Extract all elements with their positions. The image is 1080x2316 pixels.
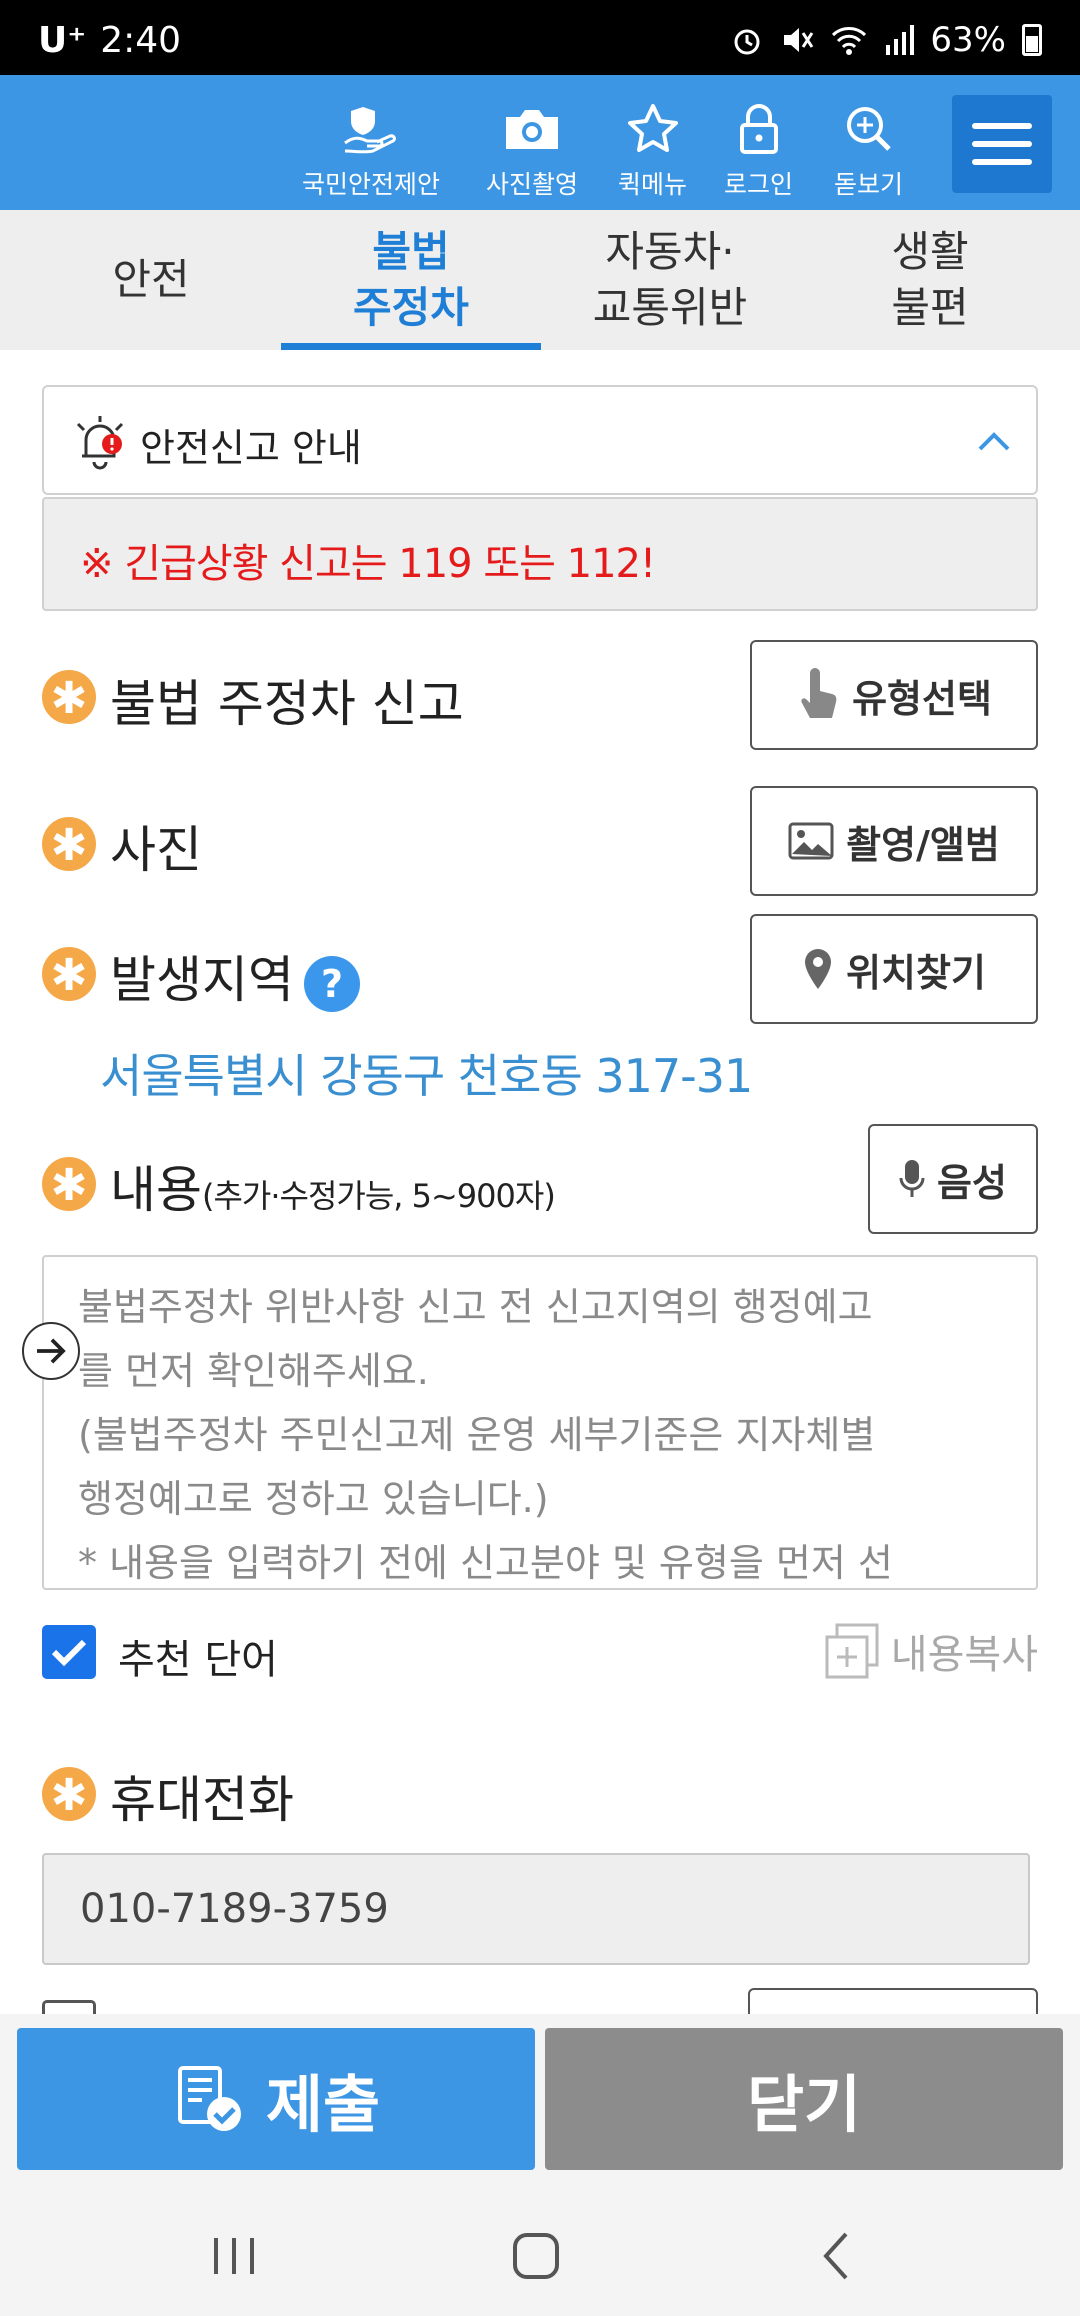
- header-button-camera[interactable]: 사진촬영: [486, 103, 578, 201]
- app-header: 국민안전제안 사진촬영 퀵메뉴 로그인 돋보기: [0, 75, 1080, 210]
- help-icon[interactable]: ?: [304, 955, 360, 1012]
- status-right: 63%: [730, 20, 1042, 60]
- voice-input-label: 음성: [937, 1160, 1007, 1205]
- find-location-button[interactable]: 위치찾기: [750, 914, 1038, 1024]
- report-type-label: 불법 주정차 신고: [110, 675, 464, 733]
- star-icon: [627, 104, 678, 152]
- header-label: 국민안전제안: [302, 170, 441, 199]
- submit-button[interactable]: 제출: [17, 2028, 535, 2170]
- phone-label: 휴대전화: [110, 1771, 294, 1829]
- battery-percent: 63%: [930, 20, 1006, 60]
- arrow-right-icon[interactable]: [22, 1322, 80, 1380]
- header-button-safety-proposal[interactable]: 국민안전제안: [302, 103, 440, 201]
- copy-content-button[interactable]: 내용복사: [825, 1622, 1038, 1680]
- signal-icon: [886, 25, 915, 55]
- header-button-quick-menu[interactable]: 퀵메뉴: [618, 103, 687, 201]
- battery-icon: [1022, 24, 1042, 56]
- location-pin-icon: [805, 949, 832, 989]
- content-hint: (추가·수정가능, 5~900자): [202, 1177, 556, 1215]
- header-label: 사진촬영: [486, 170, 579, 199]
- content-label: 내용: [110, 1161, 202, 1219]
- hamburger-menu-button[interactable]: [952, 95, 1052, 193]
- find-location-label: 위치찾기: [846, 950, 986, 995]
- location-label: 발생지역: [110, 951, 294, 1009]
- required-mark: ✱: [42, 947, 96, 1001]
- copy-plus-icon: [825, 1623, 879, 1679]
- content-label-row: 내용(추가·수정가능, 5~900자): [110, 1150, 556, 1222]
- header-label: 퀵메뉴: [618, 170, 688, 199]
- pointer-hand-icon: [801, 668, 837, 718]
- safety-report-notice[interactable]: 안전신고 안내: [42, 385, 1038, 495]
- wifi-icon: [832, 27, 867, 55]
- photo-album-button[interactable]: 촬영/앨범: [750, 786, 1038, 896]
- location-label-row: 발생지역?: [110, 940, 360, 1012]
- hand-shield-icon: [344, 107, 396, 154]
- header-button-login[interactable]: 로그인: [724, 103, 793, 201]
- phone-field[interactable]: 010-7189-3759: [42, 1853, 1030, 1965]
- status-bar: U⁺ 2:40 63%: [0, 0, 1080, 75]
- camera-icon: [506, 110, 558, 149]
- microphone-icon: [899, 1160, 925, 1197]
- document-check-icon: [177, 2066, 241, 2131]
- chevron-up-icon[interactable]: [974, 421, 1014, 461]
- copy-content-label: 내용복사: [890, 1632, 1038, 1678]
- required-mark: ✱: [42, 1767, 96, 1821]
- emergency-text: ※ 긴급상황 신고는 119 또는 112!: [80, 541, 656, 587]
- alarm-icon: [734, 29, 760, 55]
- recent-apps-icon[interactable]: [204, 2226, 264, 2286]
- notice-title: 안전신고 안내: [140, 426, 362, 470]
- header-button-magnifier[interactable]: 돋보기: [834, 103, 903, 201]
- clock: 2:40: [100, 20, 182, 61]
- carrier-label: U⁺: [38, 20, 87, 61]
- recommend-label: 추천 단어: [118, 1637, 278, 1683]
- system-nav-bar: [0, 2186, 1080, 2316]
- mute-icon: [784, 28, 814, 52]
- bottom-action-bar: 제출 닫기: [0, 2014, 1080, 2186]
- tab-traffic-violation[interactable]: 자동차· 교통위반: [540, 210, 800, 350]
- photo-label: 사진: [110, 821, 202, 879]
- lock-icon: [739, 104, 778, 154]
- required-mark: ✱: [42, 817, 96, 871]
- close-label: 닫기: [746, 2068, 862, 2141]
- hamburger-line: [972, 141, 1032, 147]
- status-left: U⁺ 2:40: [38, 20, 181, 61]
- emergency-notice: ※ 긴급상황 신고는 119 또는 112!: [42, 497, 1038, 611]
- submit-label: 제출: [265, 2068, 381, 2141]
- content-placeholder: 불법주정차 위반사항 신고 전 신고지역의 행정예고 를 먼저 확인해주세요. …: [78, 1285, 893, 1585]
- address-text: 서울특별시 강동구 천호동 317-31: [100, 1049, 753, 1103]
- type-select-button[interactable]: 유형선택: [750, 640, 1038, 750]
- hamburger-line: [972, 159, 1032, 165]
- voice-input-button[interactable]: 음성: [868, 1124, 1038, 1234]
- home-icon[interactable]: [506, 2226, 566, 2286]
- recommend-checkbox[interactable]: [42, 1625, 96, 1679]
- header-label: 로그인: [724, 170, 794, 199]
- tab-safety[interactable]: 안전: [21, 210, 281, 350]
- required-mark: ✱: [42, 670, 96, 724]
- image-icon: [788, 822, 834, 860]
- type-select-label: 유형선택: [852, 676, 992, 721]
- content-textarea[interactable]: 불법주정차 위반사항 신고 전 신고지역의 행정예고 를 먼저 확인해주세요. …: [42, 1255, 1038, 1590]
- tab-living-inconvenience[interactable]: 생활 불편: [800, 210, 1060, 350]
- photo-album-label: 촬영/앨범: [846, 822, 1000, 867]
- close-button[interactable]: 닫기: [545, 2028, 1063, 2170]
- magnifier-plus-icon: [846, 107, 891, 151]
- header-label: 돋보기: [834, 170, 904, 199]
- tab-illegal-parking[interactable]: 불법 주정차: [281, 210, 541, 350]
- alarm-bell-icon: [76, 416, 124, 470]
- back-icon[interactable]: [808, 2226, 868, 2286]
- required-mark: ✱: [42, 1157, 96, 1211]
- hamburger-menu-icon: [972, 123, 1032, 129]
- category-tabs: 안전 불법 주정차 자동차· 교통위반 생활 불편: [0, 210, 1080, 350]
